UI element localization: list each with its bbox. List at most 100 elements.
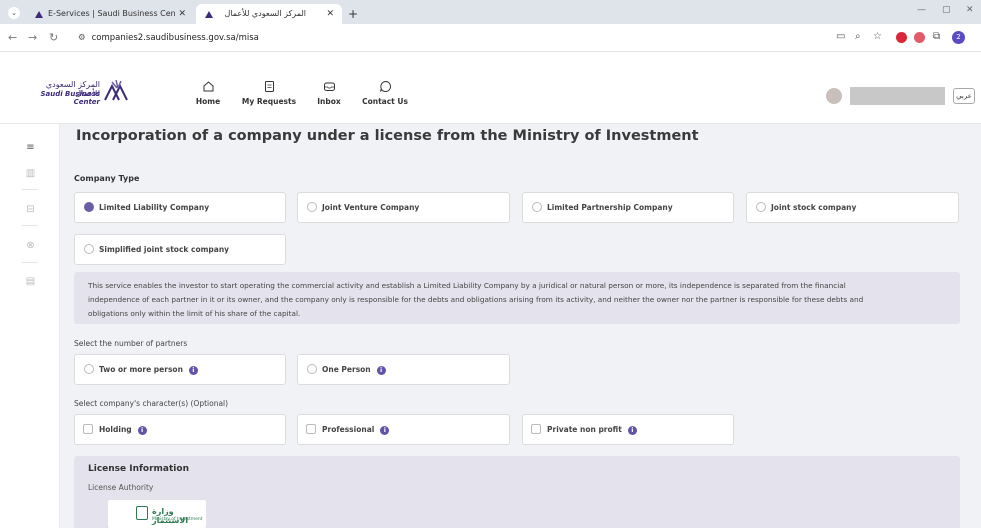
saudi-emblem-icon [136, 506, 148, 520]
info-icon[interactable]: i [137, 425, 147, 435]
profile-avatar[interactable]: 2 [952, 31, 965, 44]
tab-title: المركز السعودي للأعمال [224, 9, 306, 18]
left-sidebar: ≡ ▥ ⊟ ⊗ ▤ [0, 124, 60, 528]
info-icon[interactable]: i [380, 425, 390, 435]
briefcase-icon[interactable]: ⊟ [25, 204, 36, 215]
tab-search-icon[interactable]: ⌄ [8, 7, 20, 19]
checkbox[interactable] [531, 424, 541, 434]
bookmark-star-icon[interactable]: ☆ [873, 31, 882, 42]
description-line: obligations only within the limit of his… [88, 309, 301, 318]
extension-icon[interactable] [914, 32, 925, 43]
nav-home[interactable]: Home [188, 80, 228, 106]
sbc-logo[interactable]: المركز السعودي للأعمال Saudi Business Ce… [20, 78, 150, 108]
company-type-joint-venture[interactable]: Joint Venture Company [297, 192, 510, 223]
option-label: Joint Venture Company [322, 203, 420, 212]
sbc-favicon-icon [35, 10, 43, 18]
nav-my-requests[interactable]: My Requests [238, 80, 300, 106]
option-label: One Person [322, 365, 371, 374]
report-icon[interactable]: ▤ [25, 276, 36, 287]
building-icon[interactable]: ▥ [25, 168, 36, 179]
extensions-puzzle-icon[interactable]: ⧉ [933, 31, 940, 42]
checkbox[interactable] [83, 424, 93, 434]
reload-icon[interactable]: ↻ [49, 31, 58, 44]
company-type-llc[interactable]: Limited Liability Company [74, 192, 286, 223]
cast-icon[interactable]: ▭ [836, 31, 845, 42]
radio-unselected[interactable] [307, 364, 317, 374]
logo-english-text: Saudi Business Center [40, 90, 100, 106]
nav-label: Inbox [317, 97, 341, 106]
partners-one-person[interactable]: One Person i [297, 354, 510, 385]
character-professional[interactable]: Professional i [297, 414, 510, 445]
restore-icon[interactable]: ▢ [942, 5, 951, 15]
sidebar-divider [22, 262, 38, 263]
nav-label: Home [195, 97, 221, 106]
document-icon [264, 81, 274, 92]
user-name-redacted[interactable] [850, 87, 945, 105]
info-icon[interactable]: i [188, 365, 198, 375]
logo-arabic-text: وزارة الاستثمار [152, 507, 189, 525]
close-icon[interactable]: ✕ [326, 4, 334, 24]
back-arrow-icon[interactable]: ← [8, 31, 17, 44]
option-label: Private non profit [547, 425, 622, 434]
url-text: companies2.saudibusiness.gov.sa/misa [91, 33, 259, 43]
license-authority-label: License Authority [88, 483, 154, 492]
radio-unselected[interactable] [756, 202, 766, 212]
user-avatar[interactable] [826, 88, 842, 104]
forward-arrow-icon[interactable]: → [28, 31, 37, 44]
company-type-label: Company Type [74, 174, 140, 183]
home-icon [203, 81, 213, 92]
info-icon[interactable]: i [627, 425, 637, 435]
option-label: Holding [99, 425, 132, 434]
radio-unselected[interactable] [307, 202, 317, 212]
menu-toggle-icon[interactable]: ≡ [25, 142, 36, 153]
address-bar: ← → ↻ ⚙ companies2.saudibusiness.gov.sa/m… [0, 24, 981, 52]
info-icon[interactable]: i [376, 365, 386, 375]
close-icon[interactable]: ✕ [178, 4, 186, 24]
character-holding[interactable]: Holding i [74, 414, 286, 445]
language-toggle-button[interactable]: عربي [953, 88, 975, 104]
sbc-favicon-icon [205, 10, 213, 18]
extension-icon[interactable] [896, 32, 907, 43]
nav-inbox[interactable]: Inbox [313, 80, 345, 106]
page-title: Incorporation of a company under a licen… [76, 128, 699, 144]
radio-unselected[interactable] [84, 244, 94, 254]
characters-label: Select company's character(s) (Optional) [74, 399, 229, 408]
browser-tab-eservices[interactable]: E-Services | Saudi Business Cen ✕ [26, 4, 194, 24]
ministry-of-investment-logo[interactable]: وزارة الاستثمار Ministry of Investment [108, 500, 206, 528]
option-label: Limited Partnership Company [547, 203, 673, 212]
nav-label: My Requests [241, 97, 297, 106]
partners-two-or-more[interactable]: Two or more person i [74, 354, 286, 385]
url-field[interactable]: ⚙ companies2.saudibusiness.gov.sa/misa [78, 28, 778, 48]
sbc-emblem-icon [104, 79, 128, 101]
browser-tab-sbc[interactable]: المركز السعودي للأعمال ✕ [196, 4, 342, 24]
partners-label: Select the number of partners [74, 339, 188, 348]
logo-english-text: Ministry of Investment [152, 517, 203, 522]
close-window-icon[interactable]: ✕ [966, 5, 974, 15]
nav-label: Contact Us [362, 97, 408, 106]
option-label: Joint stock company [771, 203, 857, 212]
option-label: Simplified joint stock company [99, 245, 230, 254]
new-tab-button[interactable]: + [348, 4, 358, 24]
site-info-icon[interactable]: ⚙ [78, 28, 86, 48]
option-label: Two or more person [99, 365, 183, 374]
radio-unselected[interactable] [84, 364, 94, 374]
cancel-circle-icon[interactable]: ⊗ [25, 240, 36, 251]
service-description: This service enables the investor to sta… [74, 272, 960, 324]
sidebar-divider [22, 225, 38, 226]
description-line: This service enables the investor to sta… [88, 281, 846, 290]
nav-contact-us[interactable]: Contact Us [360, 80, 410, 106]
description-line: independence of each partner in it or it… [88, 295, 864, 304]
chat-icon [379, 80, 391, 92]
main-content: Incorporation of a company under a licen… [60, 124, 981, 528]
radio-selected[interactable] [84, 202, 94, 212]
zoom-icon[interactable]: ⌕ [855, 31, 861, 42]
company-type-simplified-joint-stock[interactable]: Simplified joint stock company [74, 234, 286, 265]
radio-unselected[interactable] [532, 202, 542, 212]
option-label: Limited Liability Company [99, 203, 210, 212]
character-private-non-profit[interactable]: Private non profit i [522, 414, 734, 445]
company-type-limited-partnership[interactable]: Limited Partnership Company [522, 192, 734, 223]
checkbox[interactable] [306, 424, 316, 434]
minimize-icon[interactable]: — [917, 5, 926, 15]
company-type-joint-stock[interactable]: Joint stock company [746, 192, 959, 223]
app-header: المركز السعودي للأعمال Saudi Business Ce… [0, 52, 981, 124]
